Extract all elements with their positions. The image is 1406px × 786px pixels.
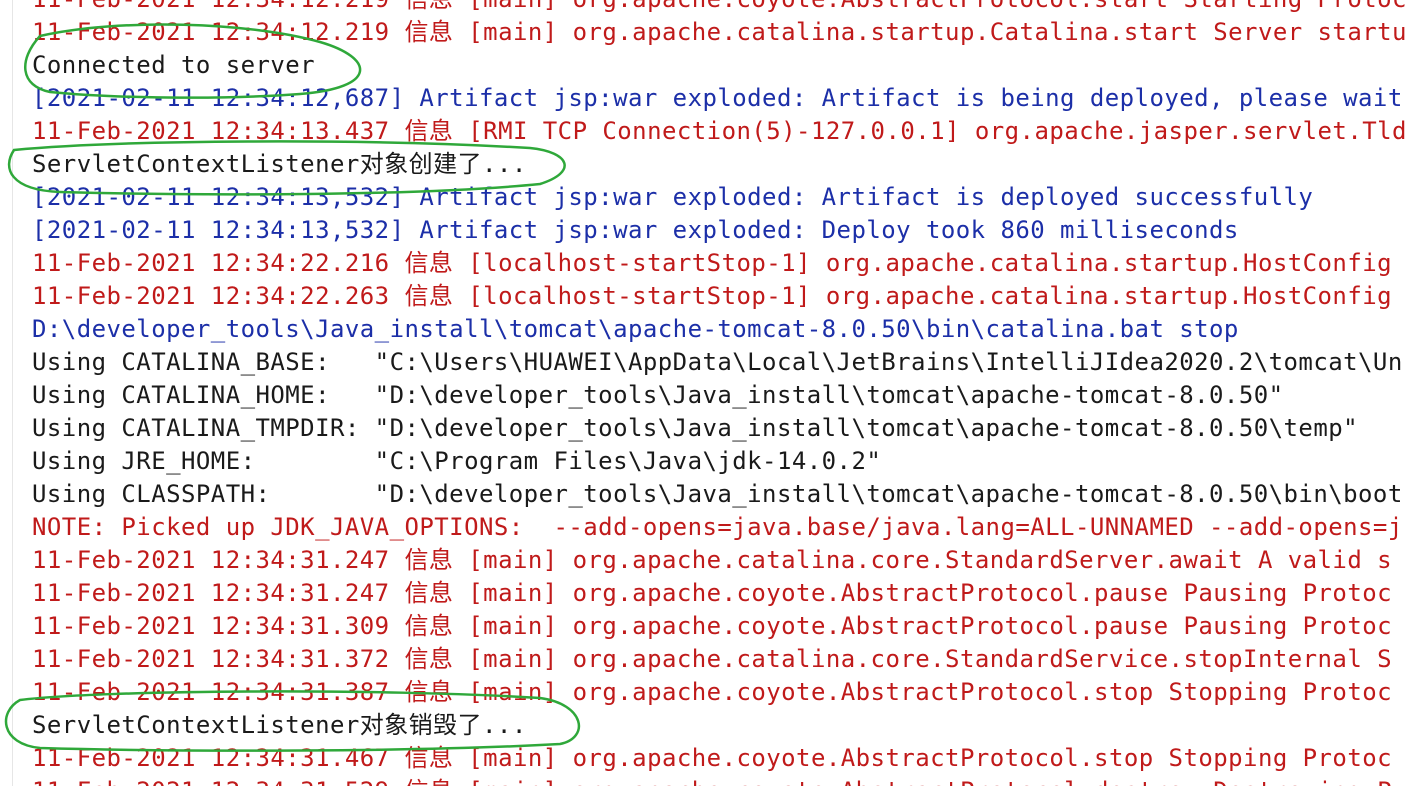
log-line: Using CATALINA_TMPDIR: "D:\developer_too… (32, 414, 1359, 442)
log-line: Using CATALINA_BASE: "C:\Users\HUAWEI\Ap… (32, 348, 1403, 376)
console-gutter (0, 0, 13, 786)
log-line: Using CATALINA_HOME: "D:\developer_tools… (32, 381, 1284, 409)
log-lines: 11-Feb-2021 12:34:12.219 信息 [main] org.a… (32, 0, 1406, 786)
log-line: 11-Feb-2021 12:34:12.219 信息 [main] org.a… (32, 18, 1406, 46)
log-line: Connected to server (32, 51, 316, 79)
log-line: 11-Feb-2021 12:34:22.216 信息 [localhost-s… (32, 249, 1393, 277)
log-line: 11-Feb-2021 12:34:31.372 信息 [main] org.a… (32, 645, 1393, 673)
log-line: 11-Feb-2021 12:34:22.263 信息 [localhost-s… (32, 282, 1393, 310)
log-line: [2021-02-11 12:34:13,532] Artifact jsp:w… (32, 183, 1314, 211)
log-line: D:\developer_tools\Java_install\tomcat\a… (32, 315, 1239, 343)
log-line: 11-Feb-2021 12:34:13.437 信息 [RMI TCP Con… (32, 117, 1406, 145)
log-line: 11-Feb-2021 12:34:31.247 信息 [main] org.a… (32, 546, 1393, 574)
log-line: 11-Feb-2021 12:34:12.219 信息 [main] org.a… (32, 0, 1406, 16)
log-line: 11-Feb-2021 12:34:31.247 信息 [main] org.a… (32, 579, 1393, 607)
log-line: 11-Feb-2021 12:34:31.529 信息 [main] org.a… (32, 775, 1406, 786)
console-output[interactable]: 11-Feb-2021 12:34:12.219 信息 [main] org.a… (0, 0, 1406, 786)
log-line: ServletContextListener对象销毁了... (32, 711, 527, 739)
log-line: ServletContextListener对象创建了... (32, 150, 527, 178)
log-line: NOTE: Picked up JDK_JAVA_OPTIONS: --add-… (32, 513, 1403, 541)
log-line: 11-Feb-2021 12:34:31.309 信息 [main] org.a… (32, 612, 1393, 640)
log-line: [2021-02-11 12:34:12,687] Artifact jsp:w… (32, 84, 1406, 112)
log-line: Using CLASSPATH: "D:\developer_tools\Jav… (32, 480, 1403, 508)
log-line: [2021-02-11 12:34:13,532] Artifact jsp:w… (32, 216, 1239, 244)
log-line: 11-Feb-2021 12:34:31.387 信息 [main] org.a… (32, 678, 1393, 706)
log-line: 11-Feb-2021 12:34:31.467 信息 [main] org.a… (32, 744, 1393, 772)
log-line: Using JRE_HOME: "C:\Program Files\Java\j… (32, 447, 882, 475)
